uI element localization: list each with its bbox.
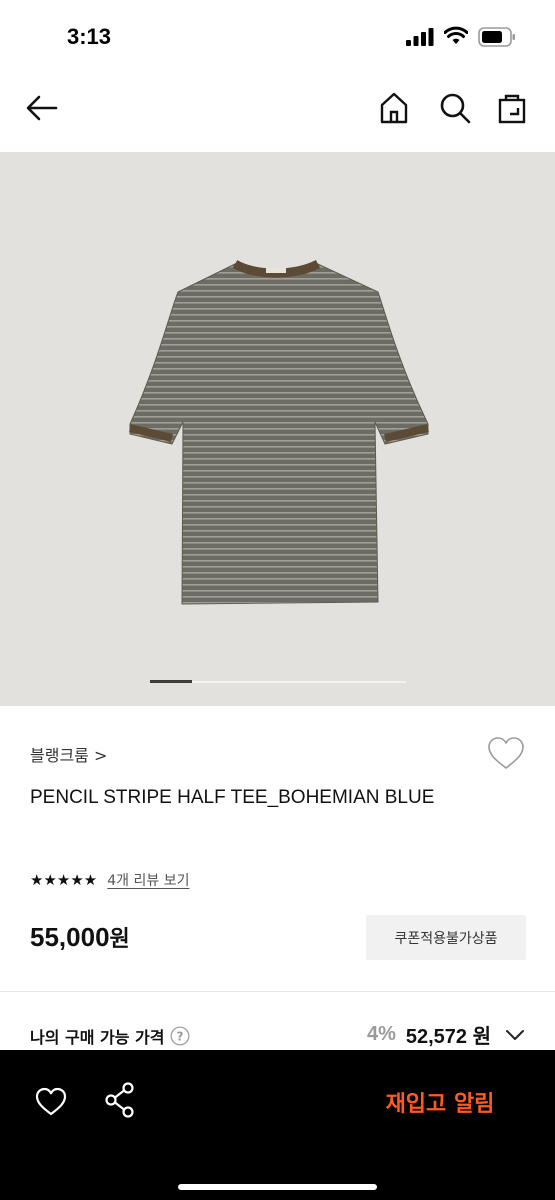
product-image-carousel[interactable] xyxy=(0,152,555,706)
my-price-label-text: 나의 구매 가능 가격 xyxy=(30,1028,165,1047)
carousel-indicator-track xyxy=(150,680,406,683)
bottom-action-bar: 재입고 알림 xyxy=(0,1050,555,1200)
restock-alert-button[interactable]: 재입고 알림 xyxy=(360,1080,520,1124)
chevron-down-icon[interactable] xyxy=(505,1028,525,1042)
coupon-badge: 쿠폰적용불가상품 xyxy=(366,915,526,960)
svg-text:?: ? xyxy=(177,1029,184,1043)
price-value: 55,000 xyxy=(30,922,110,952)
divider xyxy=(0,991,555,992)
status-time: 3:13 xyxy=(67,24,112,49)
review-link[interactable]: 4개 리뷰 보기 xyxy=(107,870,189,890)
home-indicator xyxy=(178,1184,377,1190)
nav-bar xyxy=(0,72,555,152)
battery-icon xyxy=(478,27,515,47)
my-price-value: 52,572 원 xyxy=(405,1026,491,1048)
shopping-bag-icon[interactable] xyxy=(494,90,530,126)
help-icon[interactable]: ? xyxy=(170,1026,190,1046)
my-price-label: 나의 구매 가능 가격 ? xyxy=(30,1024,190,1048)
heart-icon[interactable] xyxy=(487,736,525,772)
cellular-signal-icon xyxy=(406,28,434,46)
product-name: PENCIL STRIPE HALF TEE_BOHEMIAN BLUE xyxy=(30,787,435,808)
product-photo-tshirt xyxy=(129,259,429,605)
search-icon[interactable] xyxy=(437,90,473,126)
back-arrow-icon[interactable] xyxy=(24,90,60,126)
discount-rate: 4% xyxy=(366,1023,396,1045)
share-icon[interactable] xyxy=(104,1082,136,1118)
status-bar: 3:13 xyxy=(0,0,555,72)
carousel-indicator-active xyxy=(150,680,192,683)
rating-stars: ★★★★★ xyxy=(30,871,98,889)
home-icon[interactable] xyxy=(376,90,412,126)
brand-link[interactable]: 블랭크룸 > xyxy=(30,742,107,766)
product-price: 55,000원 xyxy=(30,921,130,953)
heart-icon[interactable] xyxy=(34,1086,68,1118)
my-price-summary[interactable]: 4% 52,572 원 xyxy=(367,1020,525,1049)
wifi-icon xyxy=(444,26,468,44)
rating: ★★★★★ 4개 리뷰 보기 xyxy=(30,870,189,890)
price-unit: 원 xyxy=(109,926,130,951)
